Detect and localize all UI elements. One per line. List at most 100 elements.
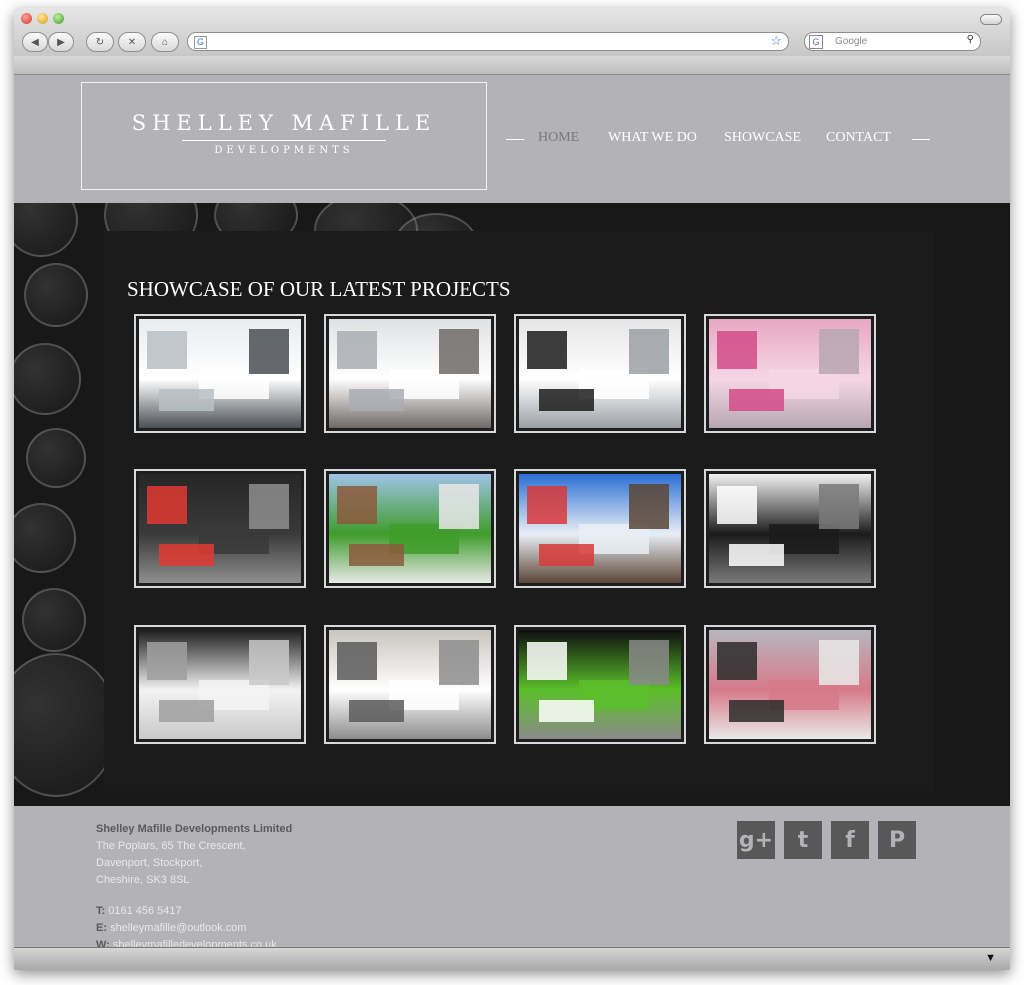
photo-detail [527, 331, 567, 369]
zoom-window-button[interactable] [53, 13, 64, 24]
photo-detail [717, 642, 757, 680]
site-footer: Shelley Mafille Developments Limited The… [14, 806, 1010, 951]
showcase-thumbnail[interactable] [134, 625, 306, 744]
email-link[interactable]: shelleymafille@outlook.com [110, 922, 247, 934]
project-photo [329, 630, 491, 739]
address-line-3: Cheshire, SK3 8SL [96, 874, 190, 886]
photo-detail [729, 544, 784, 566]
photo-detail [539, 700, 594, 722]
showcase-thumbnail[interactable] [324, 469, 496, 588]
showcase-thumbnail[interactable] [324, 625, 496, 744]
scroll-down-icon[interactable]: ▼ [985, 952, 996, 964]
photo-detail [527, 486, 567, 524]
photo-detail [629, 640, 669, 685]
pinterest-icon[interactable]: P [878, 821, 916, 859]
site-logo[interactable]: Shelley Mafille Developments [81, 82, 487, 190]
project-photo [709, 319, 871, 428]
photo-detail [337, 486, 377, 524]
nav-contact[interactable]: CONTACT [826, 130, 891, 146]
photo-detail [337, 642, 377, 680]
photo-detail [629, 329, 669, 374]
photo-detail [349, 700, 404, 722]
project-photo [329, 474, 491, 583]
phone-line: T: 0161 456 5417 [96, 905, 182, 917]
search-engine-icon[interactable]: G [809, 35, 823, 49]
project-photo [329, 319, 491, 428]
photo-detail [439, 640, 479, 685]
showcase-thumbnail[interactable] [134, 314, 306, 433]
project-photo [519, 319, 681, 428]
photo-detail [349, 389, 404, 411]
status-bar: ▼ [14, 947, 1010, 970]
reload-icon: ↻ [95, 36, 105, 48]
showcase-thumbnail[interactable] [514, 469, 686, 588]
search-placeholder: Google [835, 36, 868, 47]
photo-detail [717, 331, 757, 369]
bookmark-star-icon[interactable]: ☆ [770, 33, 782, 49]
photo-detail [729, 700, 784, 722]
photo-detail [159, 700, 214, 722]
photo-detail [539, 544, 594, 566]
photo-detail [249, 329, 289, 374]
twitter-icon[interactable]: t [784, 821, 822, 859]
back-button[interactable]: ◀ [22, 32, 48, 52]
phone-label: T: [96, 905, 106, 917]
crystal-decoration [14, 503, 76, 573]
company-name: Shelley Mafille Developments Limited [96, 823, 293, 835]
crystal-decoration [14, 343, 81, 415]
photo-detail [159, 544, 214, 566]
logo-name: Shelley Mafille [131, 111, 437, 135]
photo-detail [147, 642, 187, 680]
email-line: E: shelleymafille@outlook.com [96, 922, 247, 934]
photo-detail [439, 329, 479, 374]
showcase-thumbnail[interactable] [704, 314, 876, 433]
photo-detail [819, 484, 859, 529]
photo-detail [159, 389, 214, 411]
site-header: Shelley Mafille Developments HOME WHAT W… [14, 75, 1010, 203]
site-favicon-icon: G [194, 36, 207, 49]
photo-detail [249, 484, 289, 529]
photo-detail [729, 389, 784, 411]
address-line-2: Davenport, Stockport, [96, 857, 203, 869]
photo-detail [349, 544, 404, 566]
nav-left-dash [506, 139, 524, 140]
home-button[interactable]: ⌂ [151, 32, 179, 52]
project-photo [519, 630, 681, 739]
nav-home[interactable]: HOME [538, 130, 579, 146]
showcase-thumbnail[interactable] [704, 625, 876, 744]
forward-arrow-icon: ▶ [57, 36, 65, 48]
search-input[interactable]: G Google ⚲ [804, 32, 981, 51]
nav-what-we-do[interactable]: WHAT WE DO [608, 130, 697, 146]
reload-button[interactable]: ↻ [86, 32, 114, 52]
search-icon[interactable]: ⚲ [967, 34, 974, 45]
project-photo [139, 319, 301, 428]
showcase-thumbnail[interactable] [134, 469, 306, 588]
forward-button[interactable]: ▶ [48, 32, 74, 52]
crystal-decoration [24, 263, 88, 327]
showcase-thumbnail[interactable] [704, 469, 876, 588]
logo-divider [182, 140, 386, 141]
showcase-title: SHOWCASE OF OUR LATEST PROJECTS [127, 277, 511, 301]
email-label: E: [96, 922, 107, 934]
toolbar-toggle-button[interactable] [980, 14, 1002, 25]
showcase-section: SHOWCASE OF OUR LATEST PROJECTS [14, 203, 1010, 806]
project-photo [709, 630, 871, 739]
address-bar[interactable]: G ☆ [187, 32, 789, 51]
project-photo [519, 474, 681, 583]
phone-number: 0161 456 5417 [108, 905, 182, 917]
close-window-button[interactable] [21, 13, 32, 24]
google-plus-icon[interactable]: g+ [737, 821, 775, 859]
facebook-icon[interactable]: f [831, 821, 869, 859]
showcase-thumbnail[interactable] [514, 314, 686, 433]
showcase-thumbnail[interactable] [324, 314, 496, 433]
stop-button[interactable]: ✕ [118, 32, 146, 52]
crystal-decoration [14, 653, 118, 797]
nav-showcase[interactable]: SHOWCASE [724, 130, 801, 146]
showcase-thumbnail[interactable] [514, 625, 686, 744]
browser-window: ◀ ▶ ↻ ✕ ⌂ G ☆ G Google ⚲ Shelley Mafille… [14, 8, 1010, 970]
stop-icon: ✕ [127, 36, 137, 48]
logo-tagline: Developments [214, 145, 354, 156]
photo-detail [819, 329, 859, 374]
minimize-window-button[interactable] [37, 13, 48, 24]
project-photo [139, 630, 301, 739]
